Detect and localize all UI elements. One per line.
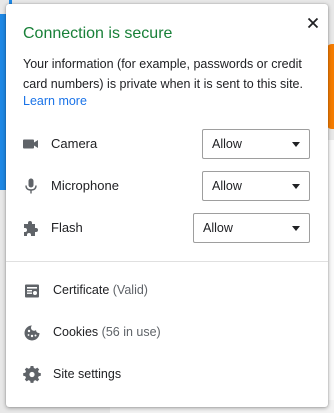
learn-more-link[interactable]: Learn more <box>23 94 87 108</box>
select-value: Allow <box>212 179 242 193</box>
cookies-text: Cookies <box>53 325 99 339</box>
permission-label: Microphone <box>51 178 119 193</box>
select-value: Allow <box>203 221 233 235</box>
gear-icon <box>23 366 41 383</box>
chevron-down-icon <box>292 226 300 231</box>
certificate-text: Certificate <box>53 283 110 297</box>
puzzle-icon <box>24 221 38 236</box>
chevron-down-icon <box>292 142 300 147</box>
certificate-icon <box>25 284 39 298</box>
certificate-label: Certificate (Valid) <box>53 283 148 297</box>
cookies-link[interactable]: Cookies (56 in use) <box>6 321 328 345</box>
cookies-label: Cookies (56 in use) <box>53 325 161 339</box>
permission-label: Flash <box>51 220 83 235</box>
permission-row-flash: Flash Allow <box>6 213 328 243</box>
close-icon <box>307 17 319 29</box>
cookie-icon <box>24 325 40 341</box>
site-settings-label: Site settings <box>53 367 122 381</box>
permission-row-microphone: Microphone Allow <box>6 171 328 201</box>
cookies-count: (56 in use) <box>101 325 161 339</box>
flash-permission-select[interactable]: Allow <box>193 213 310 243</box>
microphone-icon <box>25 178 37 194</box>
certificate-link[interactable]: Certificate (Valid) <box>6 279 328 303</box>
permission-label: Camera <box>51 136 98 151</box>
chevron-down-icon <box>292 184 300 189</box>
camera-permission-select[interactable]: Allow <box>202 129 310 159</box>
close-button[interactable] <box>303 13 323 33</box>
camera-icon <box>23 139 38 149</box>
popup-title: Connection is secure <box>23 25 173 42</box>
microphone-permission-select[interactable]: Allow <box>202 171 310 201</box>
permission-row-camera: Camera Allow <box>6 129 328 159</box>
popup-description: Your information (for example, passwords… <box>23 57 303 91</box>
page-info-popup: Connection is secure Your information (f… <box>6 4 328 407</box>
select-value: Allow <box>212 137 242 151</box>
section-divider <box>6 261 328 262</box>
site-settings-link[interactable]: Site settings <box>6 363 328 387</box>
certificate-status: (Valid) <box>112 283 148 297</box>
